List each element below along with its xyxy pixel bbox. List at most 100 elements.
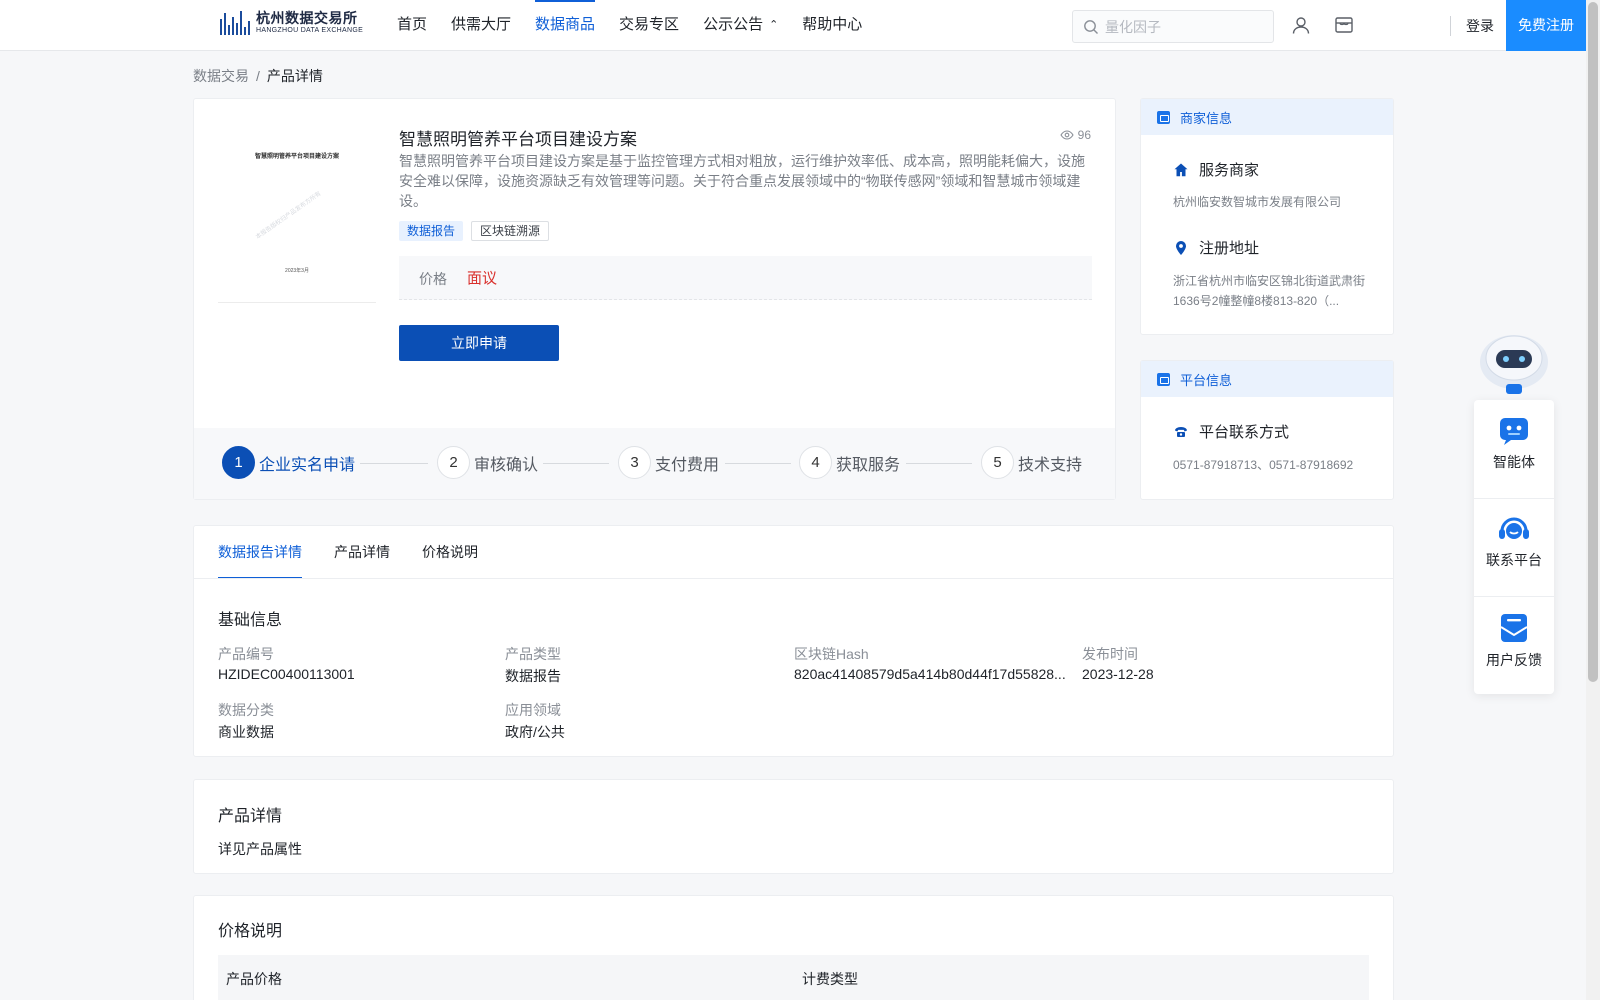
registered-address-label: 注册地址 <box>1199 240 1260 257</box>
nav-trading-zone[interactable]: 交易专区 <box>607 0 691 50</box>
step-connector <box>906 463 972 464</box>
product-description: 智慧照明管养平台项目建设方案是基于监控管理方式相对粗放，运行维护效率低、成本高，… <box>399 153 1085 209</box>
step-2: 2 审核确认 <box>437 446 538 479</box>
service-merchant-value: 杭州临安数智城市发展有限公司 <box>1173 195 1342 209</box>
registered-address-row: 注册地址 <box>1173 237 1259 258</box>
step-5: 5 技术支持 <box>981 446 1082 479</box>
product-detail-title: 产品详情 <box>218 808 283 825</box>
logo-cn-text: 杭州数据交易所 <box>256 10 358 26</box>
search-box[interactable] <box>1072 10 1274 43</box>
blockchain-hash-label: 区块链Hash <box>794 646 869 662</box>
tab-price-description[interactable]: 价格说明 <box>422 526 478 578</box>
step-label: 审核确认 <box>474 456 539 474</box>
step-1: 1 企业实名申请 <box>222 446 355 479</box>
step-label: 获取服务 <box>836 456 901 474</box>
price-description-card: 价格说明 产品价格 计费类型 <box>193 895 1394 1000</box>
logo-mark-icon <box>220 11 250 35</box>
robot-chat-icon <box>1500 418 1528 445</box>
nav-announcements[interactable]: 公示公告 ⌃ <box>691 0 790 50</box>
float-separator <box>1474 498 1554 499</box>
step-connector <box>360 463 428 464</box>
column-billing-type: 计费类型 <box>802 971 858 987</box>
location-pin-icon <box>1176 240 1186 255</box>
step-number: 5 <box>981 446 1014 479</box>
cover-watermark: 本报告版权归产品发布方所有 <box>255 191 323 241</box>
step-label: 企业实名申请 <box>259 456 356 474</box>
tab-report-details[interactable]: 数据报告详情 <box>218 526 302 579</box>
feedback-mail-icon <box>1500 614 1528 642</box>
view-count: 96 <box>1059 128 1091 142</box>
price-box: 价格 面议 <box>399 256 1092 300</box>
breadcrumb: 数据交易 / 产品详情 <box>193 66 323 86</box>
logo[interactable]: 杭州数据交易所 HANGZHOU DATA EXCHANGE <box>220 10 363 36</box>
login-link[interactable]: 登录 <box>1466 16 1494 36</box>
login-separator <box>1450 16 1451 36</box>
float-feedback-label: 用户反馈 <box>1486 652 1542 668</box>
product-code-value: HZIDEC00400113001 <box>218 666 355 682</box>
main-nav: 首页 供需大厅 数据商品 交易专区 公示公告 ⌃ 帮助中心 <box>385 0 874 50</box>
nav-announcements-label: 公示公告 <box>703 16 764 33</box>
blockchain-hash-value: 820ac41408579d5a414b80d44f17d55828... <box>794 666 1066 682</box>
apply-now-button[interactable]: 立即申请 <box>399 325 559 361</box>
tab-product-details[interactable]: 产品详情 <box>334 526 390 578</box>
step-label: 支付费用 <box>655 456 720 474</box>
registered-address-value: 浙江省杭州市临安区锦北街道武肃街1636号2幢整幢8楼813-820（... <box>1173 274 1366 308</box>
step-connector <box>543 463 609 464</box>
float-contact-label: 联系平台 <box>1486 552 1542 568</box>
process-steps: 1 企业实名申请 2 审核确认 3 支付费用 4 获取服务 5 技术支持 <box>194 428 1115 499</box>
product-cover-image: 智慧照明管养平台项目建设方案 本报告版权归产品发布方所有 2023年3月 <box>218 121 376 303</box>
phone-icon <box>1175 426 1187 437</box>
platform-info-card: 平台信息 平台联系方式 0571-87918713、0571-87918692 <box>1140 360 1394 500</box>
store-icon[interactable] <box>1334 15 1354 35</box>
scrollbar-thumb[interactable] <box>1588 2 1598 682</box>
basic-info-title: 基础信息 <box>218 612 283 629</box>
float-feedback[interactable]: 用户反馈 <box>1474 612 1554 708</box>
step-label: 技术支持 <box>1018 456 1083 474</box>
nav-data-products[interactable]: 数据商品 <box>523 0 607 50</box>
step-connector <box>725 463 791 464</box>
robot-mascot-icon[interactable] <box>1474 328 1554 400</box>
product-card: 智慧照明管养平台项目建设方案 本报告版权归产品发布方所有 2023年3月 智慧照… <box>193 98 1116 500</box>
tag-blockchain: 区块链溯源 <box>471 221 550 241</box>
application-field-label: 应用领域 <box>505 702 561 718</box>
platform-contact-value: 0571-87918713、0571-87918692 <box>1173 458 1354 472</box>
nav-help-center[interactable]: 帮助中心 <box>790 0 874 50</box>
breadcrumb-root[interactable]: 数据交易 <box>193 68 249 84</box>
step-4: 4 获取服务 <box>799 446 900 479</box>
platform-contact-label: 平台联系方式 <box>1199 424 1290 441</box>
step-number: 4 <box>799 446 832 479</box>
merchant-info-card: 商家信息 服务商家 杭州临安数智城市发展有限公司 注册地址 浙江省杭州市临安区锦… <box>1140 98 1394 335</box>
merchant-info-title: 商家信息 <box>1180 110 1233 126</box>
platform-info-header: 平台信息 <box>1141 361 1393 397</box>
float-separator <box>1474 596 1554 597</box>
page-scrollbar[interactable] <box>1586 0 1600 1000</box>
home-icon <box>1174 163 1188 176</box>
register-button[interactable]: 免费注册 <box>1506 0 1586 51</box>
service-merchant-row: 服务商家 <box>1173 159 1259 180</box>
eye-icon <box>1059 130 1074 140</box>
search-input[interactable] <box>1105 18 1265 35</box>
float-agent-label: 智能体 <box>1493 454 1535 470</box>
platform-contact-row: 平台联系方式 <box>1173 421 1289 442</box>
price-label: 价格 <box>419 271 447 287</box>
top-header: 杭州数据交易所 HANGZHOU DATA EXCHANGE 首页 供需大厅 数… <box>0 0 1600 51</box>
step-number: 3 <box>618 446 651 479</box>
publish-time-value: 2023-12-28 <box>1082 666 1154 682</box>
headset-icon <box>1499 517 1529 539</box>
logo-en-text: HANGZHOU DATA EXCHANGE <box>256 27 364 34</box>
user-icon[interactable] <box>1291 15 1311 35</box>
nav-home[interactable]: 首页 <box>385 0 439 50</box>
view-count-value: 96 <box>1077 128 1091 142</box>
step-number: 1 <box>222 446 255 479</box>
product-tags: 数据报告 区块链溯源 <box>399 221 550 241</box>
chevron-up-icon: ⌃ <box>769 19 779 31</box>
breadcrumb-current: 产品详情 <box>266 68 323 84</box>
platform-info-title: 平台信息 <box>1180 372 1233 388</box>
product-detail-card: 产品详情 详见产品属性 <box>193 779 1394 874</box>
product-code-label: 产品编号 <box>218 646 274 662</box>
step-number: 2 <box>437 446 470 479</box>
data-category-label: 数据分类 <box>218 702 274 718</box>
nav-supply-demand[interactable]: 供需大厅 <box>439 0 523 50</box>
product-type-label: 产品类型 <box>505 646 561 662</box>
detail-tabs: 数据报告详情 产品详情 价格说明 <box>218 526 478 579</box>
